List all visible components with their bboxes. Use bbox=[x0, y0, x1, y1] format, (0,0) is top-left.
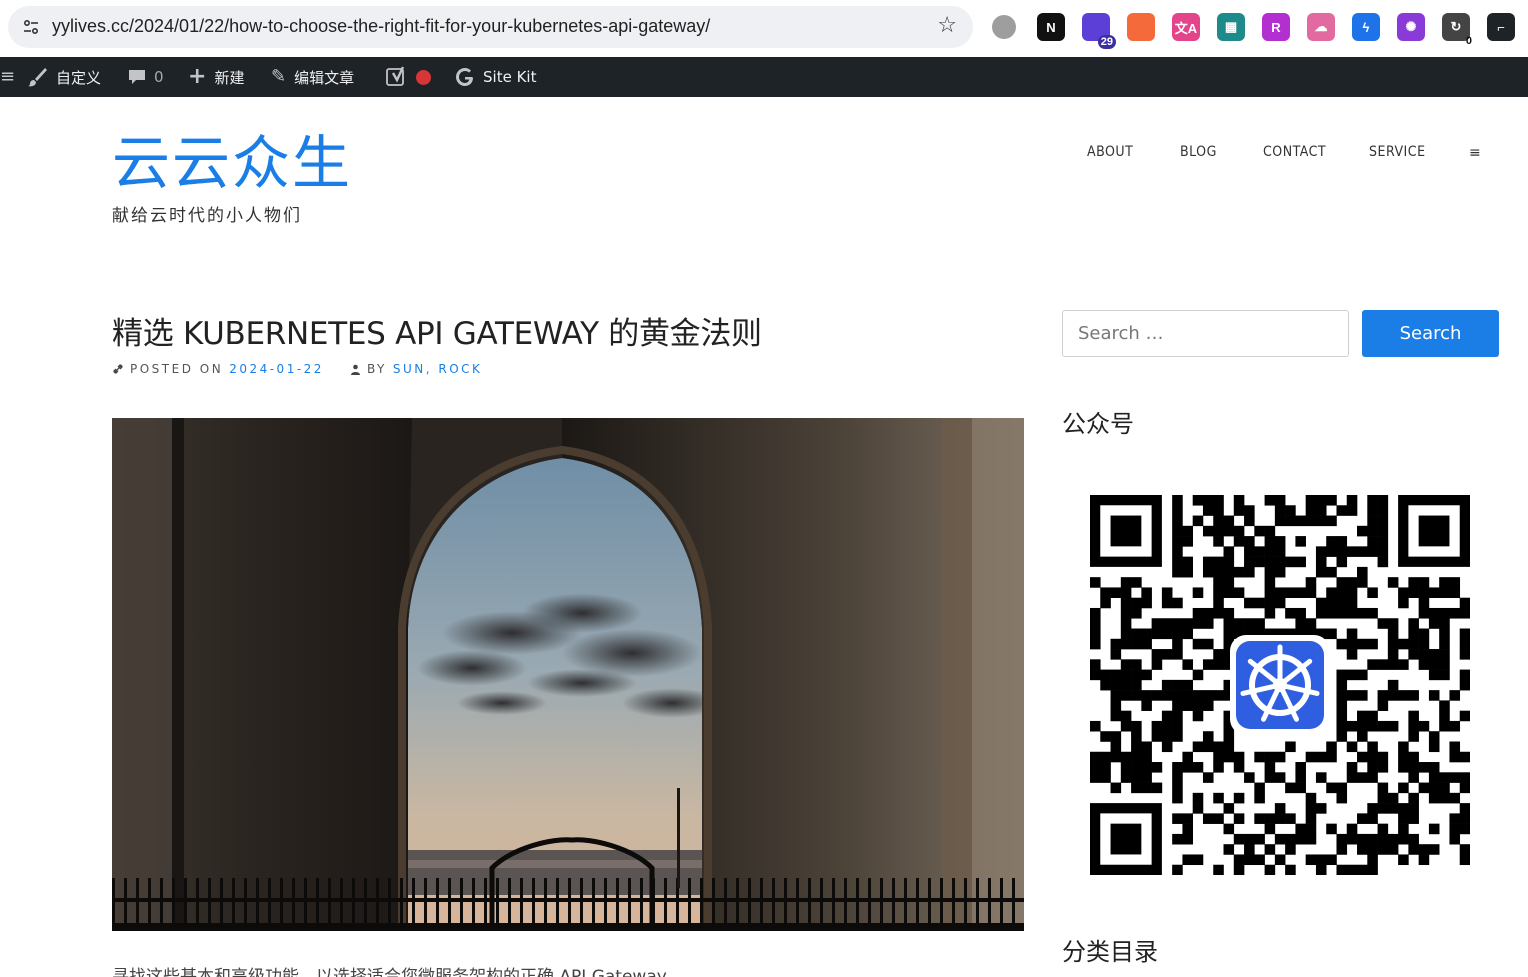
categories-widget-title: 分类目录 bbox=[1062, 938, 1158, 966]
site-tagline: 献给云时代的小人物们 bbox=[112, 206, 302, 226]
admin-menu-toggle[interactable]: ≡ bbox=[0, 57, 15, 97]
google-g-icon bbox=[456, 68, 473, 86]
yoast-icon bbox=[386, 66, 405, 86]
blue-bolt-extension-icon[interactable]: ϟ bbox=[1352, 13, 1380, 41]
openai-extension-icon[interactable]: ✺ bbox=[1397, 13, 1425, 41]
post-excerpt: 寻找这些基本和高级功能，以选择适合您微服务架构的正确 API Gateway。 bbox=[112, 967, 684, 977]
nav-service[interactable]: SERVICE bbox=[1369, 144, 1426, 160]
wechat-qr-code bbox=[1090, 495, 1470, 875]
pencil-icon: ✎ bbox=[271, 66, 287, 87]
link-icon bbox=[113, 364, 123, 374]
address-bar[interactable]: yylives.cc/2024/01/22/how-to-choose-the-… bbox=[8, 6, 973, 48]
posted-on-label: POSTED ON bbox=[130, 362, 224, 376]
comment-icon bbox=[129, 70, 145, 84]
post-title: 精选 KUBERNETES API GATEWAY 的黄金法则 bbox=[112, 316, 762, 352]
site-kit-label: Site Kit bbox=[483, 68, 537, 86]
new-content-button[interactable]: + 新建 bbox=[188, 57, 244, 97]
yoast-seo-button[interactable] bbox=[386, 57, 431, 97]
url-text[interactable]: yylives.cc/2024/01/22/how-to-choose-the-… bbox=[52, 16, 710, 37]
browser-toolbar: yylives.cc/2024/01/22/how-to-choose-the-… bbox=[0, 0, 1528, 57]
hamburger-menu-icon[interactable]: ≡ bbox=[1469, 145, 1481, 161]
post-date-link[interactable]: 2024-01-22 bbox=[229, 362, 324, 376]
site-kit-button[interactable]: Site Kit bbox=[455, 57, 536, 97]
green-circle-extension-icon[interactable] bbox=[992, 15, 1016, 39]
kubernetes-logo-icon bbox=[1236, 641, 1324, 729]
search-button[interactable]: Search bbox=[1362, 310, 1499, 357]
site-title[interactable]: 云云众生 bbox=[112, 128, 352, 198]
seo-status-dot-icon bbox=[416, 69, 431, 85]
featured-image bbox=[112, 418, 1024, 931]
orange-blob-extension-icon[interactable] bbox=[1127, 13, 1155, 41]
purple-r-extension-icon[interactable]: R bbox=[1262, 13, 1290, 41]
by-label: BY bbox=[366, 362, 387, 376]
nav-contact[interactable]: CONTACT bbox=[1263, 144, 1326, 160]
customize-button[interactable]: 自定义 bbox=[26, 57, 101, 97]
comments-button[interactable]: 0 bbox=[128, 57, 164, 97]
mortarboard-extension-icon[interactable]: 29 bbox=[1082, 13, 1116, 49]
customize-label: 自定义 bbox=[56, 68, 102, 87]
cloud-extension-icon[interactable]: ☁ bbox=[1307, 13, 1335, 41]
refresh-extension-icon[interactable]: ↻ 0 bbox=[1442, 13, 1472, 47]
site-info-icon[interactable] bbox=[22, 18, 40, 36]
comments-count: 0 bbox=[154, 68, 164, 86]
notion-extension-icon[interactable]: N bbox=[1037, 13, 1065, 41]
grid-extension-icon[interactable]: ▦ bbox=[1217, 13, 1245, 41]
plus-icon: + bbox=[188, 64, 207, 89]
nav-about[interactable]: ABOUT bbox=[1087, 144, 1133, 160]
wechat-widget-title: 公众号 bbox=[1062, 410, 1134, 438]
dark-square-extension-icon[interactable]: ⌐ bbox=[1487, 13, 1515, 41]
menu-icon: ≡ bbox=[0, 66, 16, 87]
search-input[interactable] bbox=[1062, 310, 1349, 357]
post-author-link[interactable]: SUN, ROCK bbox=[393, 362, 483, 376]
wp-admin-bar: ≡ 自定义 0 + 新建 ✎ 编辑文章 Site Kit bbox=[0, 57, 1528, 97]
new-label: 新建 bbox=[214, 68, 245, 87]
post-meta: POSTED ON 2024-01-22 BY SUN, ROCK bbox=[112, 362, 482, 376]
edit-post-button[interactable]: ✎ 编辑文章 bbox=[271, 57, 354, 97]
nav-blog[interactable]: BLOG bbox=[1180, 144, 1217, 160]
bookmark-star-icon[interactable]: ☆ bbox=[937, 15, 957, 37]
paintbrush-icon bbox=[28, 68, 47, 87]
author-icon bbox=[350, 364, 360, 375]
translate-extension-icon[interactable]: 文A bbox=[1172, 13, 1200, 41]
edit-post-label: 编辑文章 bbox=[294, 68, 355, 87]
